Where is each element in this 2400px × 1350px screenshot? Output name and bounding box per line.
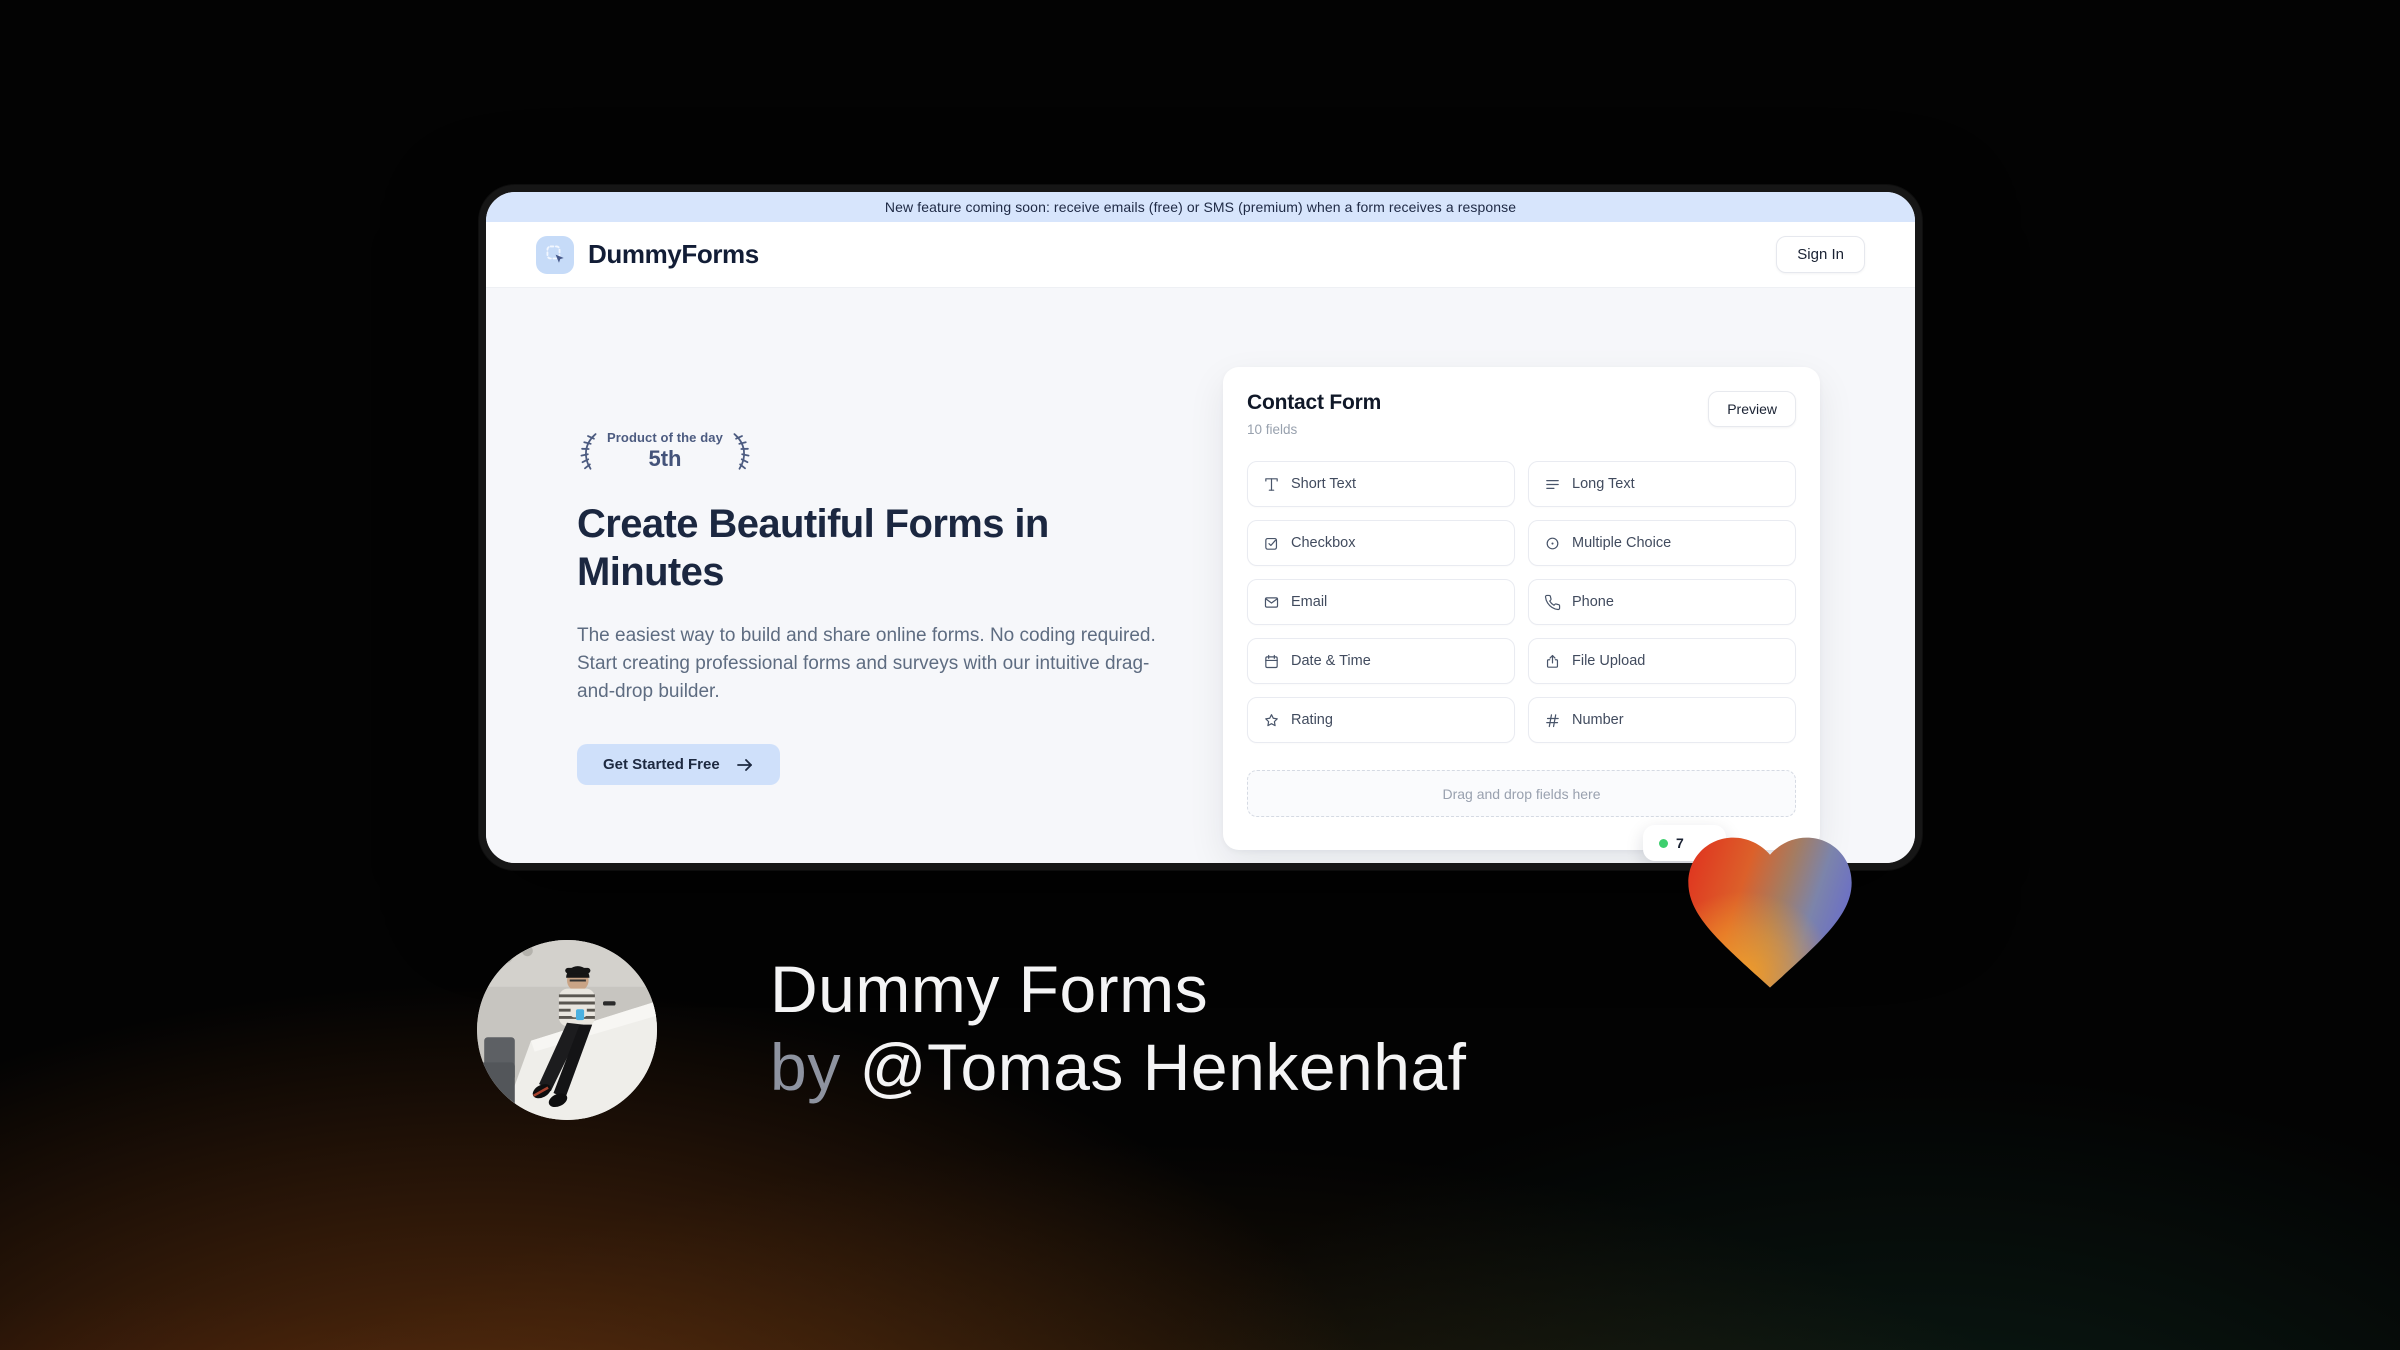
founder-avatar (477, 940, 657, 1120)
announcement-text: New feature coming soon: receive emails … (884, 199, 1517, 215)
green-dot-icon (1659, 838, 1668, 848)
field-label: Short Text (1291, 476, 1357, 492)
form-field-count: 10 fields (1247, 422, 1298, 437)
form-builder-card: Contact Form 10 fields Preview Short Tex… (1223, 367, 1820, 861)
field-label: Rating (1291, 712, 1333, 728)
potd-rank: 5th (648, 446, 682, 471)
app-header: DummyForms Sign In (486, 222, 1915, 288)
app-main: Product of the day 5th Create Beautiful … (486, 288, 1915, 863)
field-item-short-text[interactable]: Short Text (1247, 461, 1515, 507)
hash-icon (1544, 712, 1561, 729)
dropzone-label: Drag and drop fields here (1442, 785, 1601, 802)
upload-icon (1544, 653, 1561, 670)
get-started-button[interactable]: Get Started Free (577, 744, 780, 785)
type-icon (1263, 476, 1280, 493)
hero-section: Product of the day 5th Create Beautiful … (577, 428, 1177, 785)
arrow-right-icon (736, 758, 752, 771)
byline: Dummy Forms by @Tomas Henkenhaf (770, 950, 1467, 1106)
field-item-checkbox[interactable]: Checkbox (1247, 520, 1515, 566)
phone-icon (1544, 594, 1561, 611)
hero-description: The easiest way to build and share onlin… (577, 625, 1156, 702)
brand-link[interactable]: DummyForms (536, 235, 759, 274)
circle-dot-icon (1544, 535, 1561, 552)
form-title: Contact Form (1247, 391, 1382, 414)
field-item-email[interactable]: Email (1247, 579, 1515, 625)
field-item-long-text[interactable]: Long Text (1528, 461, 1796, 507)
dummyforms-logo-icon (536, 235, 574, 274)
mail-icon (1263, 594, 1280, 611)
potd-label: Product of the day (607, 430, 723, 445)
field-label: Checkbox (1291, 535, 1356, 551)
field-grid: Short Text Long Text Checkbox Multiple C… (1247, 461, 1796, 743)
field-item-date-time[interactable]: Date & Time (1247, 638, 1515, 684)
field-label: File Upload (1572, 653, 1646, 669)
heart-icon (1688, 837, 1852, 988)
field-label: Long Text (1572, 476, 1635, 492)
checkbox-icon (1263, 535, 1280, 552)
calendar-icon (1263, 653, 1280, 670)
align-left-icon (1544, 476, 1561, 493)
field-label: Multiple Choice (1572, 535, 1672, 551)
field-label: Number (1572, 712, 1624, 728)
hero-title: Create Beautiful Forms in Minutes (577, 502, 1049, 594)
laurel-left-icon (580, 433, 597, 470)
field-label: Date & Time (1291, 653, 1371, 669)
field-item-phone[interactable]: Phone (1528, 579, 1796, 625)
field-item-rating[interactable]: Rating (1247, 697, 1515, 743)
product-of-the-day-badge[interactable]: Product of the day 5th (577, 428, 1177, 474)
byline-title: Dummy Forms (770, 952, 1209, 1026)
dropzone[interactable]: Drag and drop fields here (1247, 770, 1796, 817)
laurel-right-icon (733, 433, 750, 470)
app-window: New feature coming soon: receive emails … (479, 185, 1922, 870)
preview-button[interactable]: Preview (1708, 391, 1796, 427)
get-started-label: Get Started Free (603, 756, 720, 773)
field-item-multiple-choice[interactable]: Multiple Choice (1528, 520, 1796, 566)
byline-prefix: by (770, 1030, 860, 1104)
field-label: Email (1291, 594, 1328, 610)
sign-in-button[interactable]: Sign In (1776, 236, 1865, 273)
star-icon (1263, 712, 1280, 729)
brand-name: DummyForms (588, 239, 759, 269)
field-label: Phone (1572, 594, 1614, 610)
byline-handle: @Tomas Henkenhaf (859, 1030, 1467, 1104)
field-item-file-upload[interactable]: File Upload (1528, 638, 1796, 684)
announcement-banner: New feature coming soon: receive emails … (486, 192, 1915, 222)
field-item-number[interactable]: Number (1528, 697, 1796, 743)
